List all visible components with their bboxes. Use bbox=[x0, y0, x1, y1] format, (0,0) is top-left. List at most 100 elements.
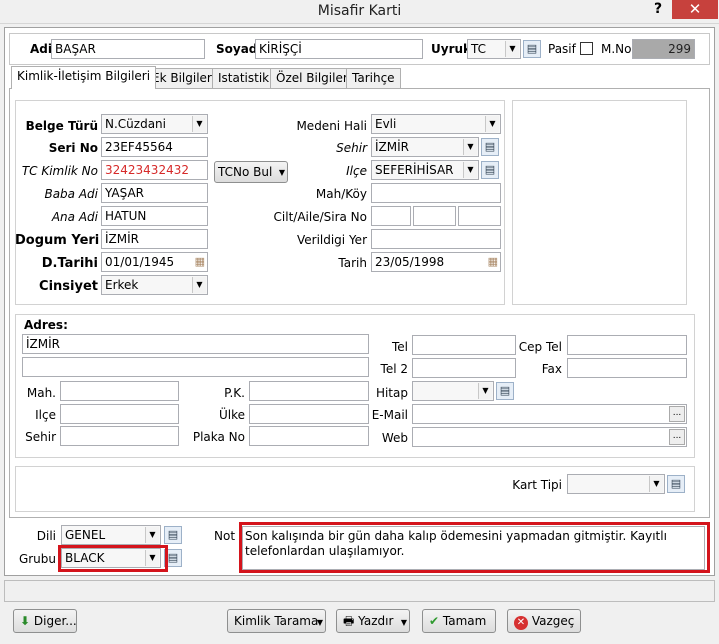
arrow-down-icon: ⬇ bbox=[20, 614, 31, 628]
mahkoy-label: Mah/Köy bbox=[315, 187, 367, 201]
medeni-hali-select[interactable]: Evli ▼ bbox=[371, 114, 501, 134]
tel2-input[interactable] bbox=[412, 358, 516, 378]
tab-istatistik[interactable]: Istatistik bbox=[212, 68, 276, 88]
cinsiyet-label: Cinsiyet bbox=[39, 279, 98, 294]
chevron-down-icon: ▼ bbox=[316, 618, 323, 627]
email-label: E-Mail bbox=[371, 408, 408, 422]
seri-no-label: Seri No bbox=[48, 141, 98, 155]
chevron-down-icon: ▼ bbox=[463, 139, 477, 155]
verildigi-yer-input[interactable] bbox=[371, 229, 501, 249]
fax-input[interactable] bbox=[567, 358, 687, 378]
lookup-icon[interactable]: ▤ bbox=[481, 161, 499, 179]
photo-box[interactable] bbox=[512, 100, 687, 305]
belge-turu-select[interactable]: N.Cüzdani ▼ bbox=[101, 114, 208, 134]
tamam-button[interactable]: ✔ Tamam bbox=[422, 609, 496, 633]
pk-label: P.K. bbox=[224, 386, 245, 400]
ilce-select[interactable]: SEFERİHİSAR ▼ bbox=[371, 160, 479, 180]
sehir-value: İZMİR bbox=[375, 140, 409, 154]
tc-kimlik-input[interactable]: 32423432432 bbox=[101, 160, 208, 180]
yazdir-button[interactable]: 🖶 Yazdır ▼ bbox=[336, 609, 410, 633]
cinsiyet-select[interactable]: Erkek ▼ bbox=[101, 275, 208, 295]
aile-input[interactable] bbox=[413, 206, 456, 226]
baba-adi-label: Baba Adi bbox=[44, 187, 98, 201]
tab-tarihce[interactable]: Tarihçe bbox=[346, 68, 401, 88]
ellipsis-button[interactable]: ... bbox=[669, 406, 685, 422]
lookup-icon[interactable]: ▤ bbox=[164, 526, 182, 544]
soyadi-input[interactable]: KİRİŞÇİ bbox=[255, 39, 423, 59]
dili-select[interactable]: GENEL ▼ bbox=[61, 525, 161, 545]
uyruk-label: Uyruk bbox=[431, 42, 472, 56]
tel-label: Tel bbox=[391, 340, 408, 354]
ilce-address-label: Ilçe bbox=[35, 408, 56, 422]
close-button[interactable]: ✕ bbox=[672, 0, 718, 19]
grubu-highlight bbox=[58, 545, 168, 572]
lookup-icon[interactable]: ▤ bbox=[496, 382, 514, 400]
ulke-input[interactable] bbox=[249, 404, 369, 424]
tab-ozel-bilgiler[interactable]: Özel Bilgiler bbox=[270, 68, 354, 88]
status-bar bbox=[4, 580, 715, 602]
kart-tipi-label: Kart Tipi bbox=[512, 478, 562, 492]
chevron-down-icon: ▼ bbox=[485, 116, 499, 132]
diger-button[interactable]: ⬇ Diger... bbox=[13, 609, 77, 633]
chevron-down-icon: ▼ bbox=[192, 277, 206, 293]
web-input[interactable]: ... bbox=[412, 427, 687, 447]
email-input[interactable]: ... bbox=[412, 404, 687, 424]
kimlik-tarama-button[interactable]: Kimlik Tarama ▼ bbox=[227, 609, 326, 633]
kart-tipi-select[interactable]: ▼ bbox=[567, 474, 665, 494]
chevron-down-icon: ▼ bbox=[463, 162, 477, 178]
mahkoy-input[interactable] bbox=[371, 183, 501, 203]
ana-adi-input[interactable]: HATUN bbox=[101, 206, 208, 226]
dogum-yeri-input[interactable]: İZMİR bbox=[101, 229, 208, 249]
tcno-bul-label: TCNo Bul bbox=[218, 165, 273, 179]
fax-label: Fax bbox=[541, 362, 562, 376]
tab-kimlik-iletisim[interactable]: Kimlik-İletişim Bilgileri bbox=[11, 66, 157, 89]
ellipsis-button[interactable]: ... bbox=[669, 429, 685, 445]
uyruk-select[interactable]: TC ▼ bbox=[467, 39, 521, 59]
chevron-down-icon: ▼ bbox=[478, 383, 492, 399]
sehir-label: Sehir bbox=[336, 141, 367, 155]
sira-input[interactable] bbox=[458, 206, 501, 226]
mno-field: 299 bbox=[632, 39, 695, 59]
plaka-input[interactable] bbox=[249, 426, 369, 446]
dtarihi-input[interactable]: 01/01/1945 ▦ bbox=[101, 252, 208, 272]
uyruk-value: TC bbox=[471, 42, 487, 56]
adi-input[interactable]: BAŞAR bbox=[51, 39, 205, 59]
verildigi-yer-label: Verildigi Yer bbox=[296, 233, 367, 247]
ilce-address-input[interactable] bbox=[60, 404, 179, 424]
mah-label: Mah. bbox=[26, 386, 56, 400]
calendar-icon[interactable]: ▦ bbox=[488, 254, 498, 270]
dogum-yeri-label: Dogum Yeri bbox=[15, 233, 100, 248]
chevron-down-icon: ▼ bbox=[145, 527, 159, 543]
vazgec-button[interactable]: ✕ Vazgeç bbox=[507, 609, 581, 633]
ceptel-input[interactable] bbox=[567, 335, 687, 355]
web-label: Web bbox=[381, 431, 408, 445]
lookup-icon[interactable]: ▤ bbox=[481, 138, 499, 156]
cinsiyet-value: Erkek bbox=[105, 278, 139, 292]
seri-no-input[interactable]: 23EF45564 bbox=[101, 137, 208, 157]
baba-adi-input[interactable]: YAŞAR bbox=[101, 183, 208, 203]
tamam-label: Tamam bbox=[442, 614, 487, 628]
lookup-icon[interactable]: ▤ bbox=[667, 475, 685, 493]
pasif-checkbox[interactable] bbox=[580, 42, 593, 55]
tel-input[interactable] bbox=[412, 335, 516, 355]
window-title: Misafir Karti bbox=[317, 3, 402, 19]
hitap-select[interactable]: ▼ bbox=[412, 381, 494, 401]
hitap-label: Hitap bbox=[375, 386, 408, 400]
calendar-icon[interactable]: ▦ bbox=[195, 254, 205, 270]
cilt-input[interactable] bbox=[371, 206, 411, 226]
dili-label: Dili bbox=[36, 529, 56, 543]
tab-ek-bilgiler[interactable]: Ek Bilgiler bbox=[146, 68, 218, 88]
pk-input[interactable] bbox=[249, 381, 369, 401]
adres-line1-input[interactable]: İZMİR bbox=[22, 334, 369, 354]
dili-value: GENEL bbox=[65, 528, 106, 542]
lookup-icon[interactable]: ▤ bbox=[523, 40, 541, 58]
chevron-down-icon: ▼ bbox=[192, 116, 206, 132]
sehir-select[interactable]: İZMİR ▼ bbox=[371, 137, 479, 157]
pasif-label: Pasif bbox=[548, 42, 576, 56]
mah-input[interactable] bbox=[60, 381, 179, 401]
checkmark-icon: ✔ bbox=[429, 614, 440, 628]
adres-line2-input[interactable] bbox=[22, 357, 369, 377]
sehir-address-input[interactable] bbox=[60, 426, 179, 446]
tarih-input[interactable]: 23/05/1998 ▦ bbox=[371, 252, 501, 272]
help-button[interactable]: ? bbox=[654, 1, 668, 17]
